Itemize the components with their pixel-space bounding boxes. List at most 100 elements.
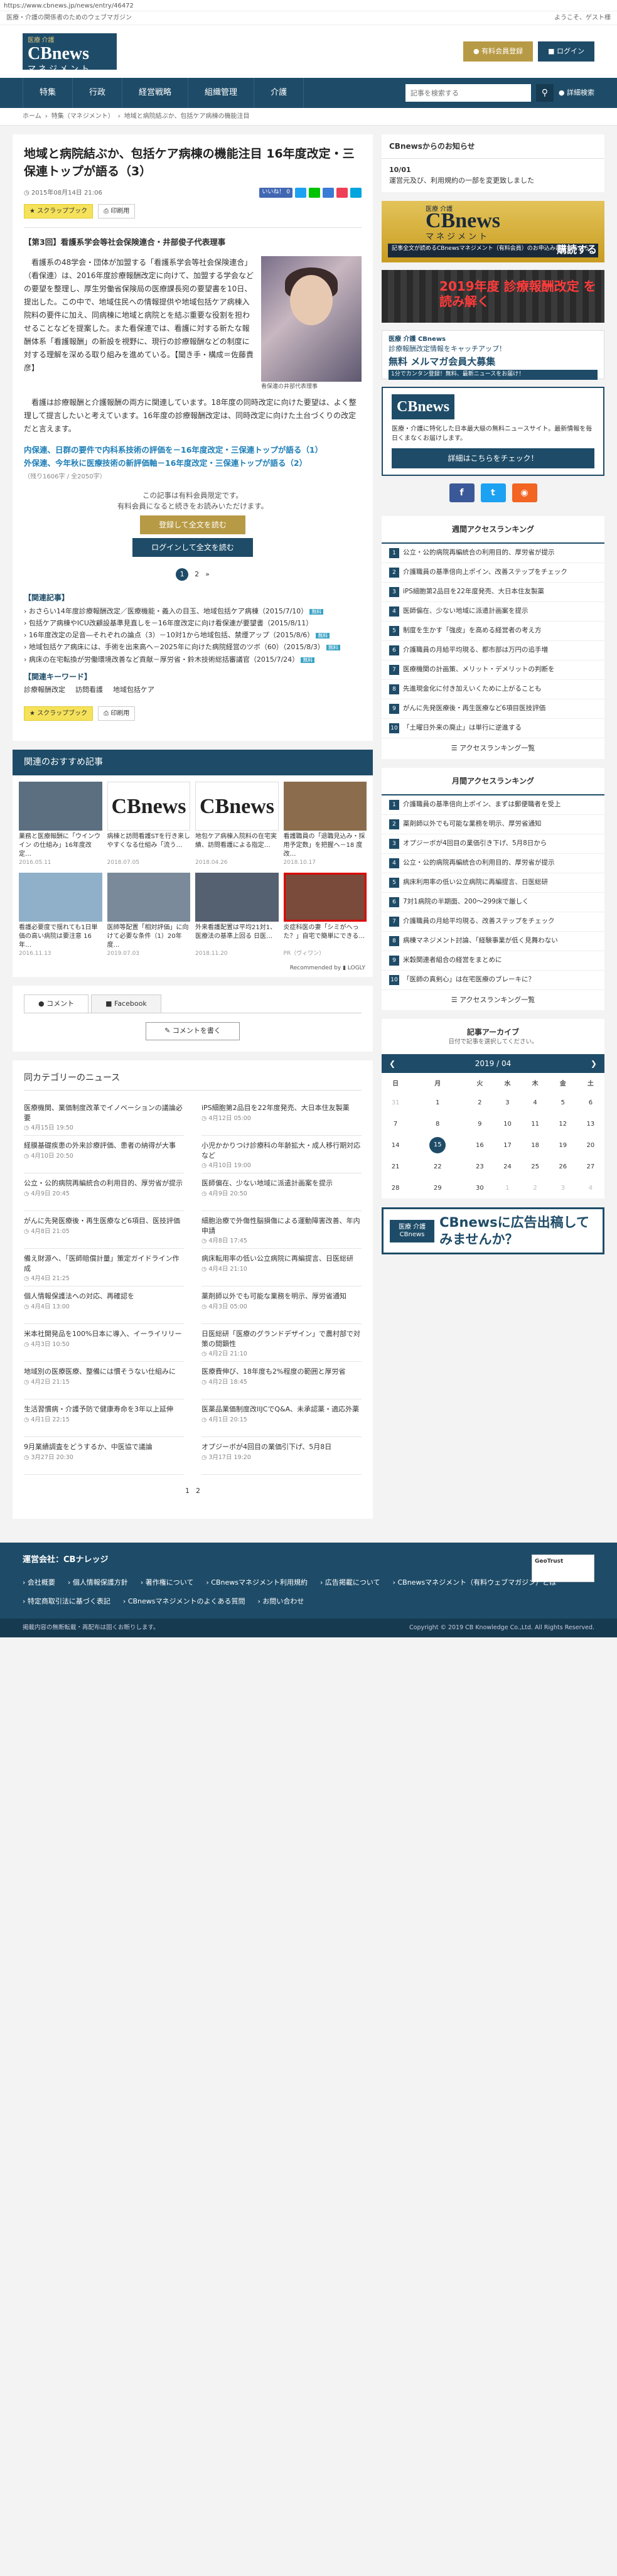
recommend-title[interactable]: 炎症科医の妻「シミがへった？」自宅で簡単にできる… [284,924,367,950]
related-title[interactable]: 包括ケア病棟やICU改顧設基準見直しを－16年度改定に向け看保連が要望書（201… [29,619,313,627]
line-icon[interactable] [309,188,320,198]
related-item[interactable]: › 包括ケア病棟やICU改顧設基準見直しを－16年度改定に向け看保連が要望書（2… [24,618,362,628]
recommend-item[interactable]: CBnews 病棟と訪問看護STを行き来しやすくなる仕組み「流う… 2018.07.… [107,782,191,868]
calendar-day[interactable]: 6 [577,1092,604,1113]
ranking-title[interactable]: iPS細胞第2品目を22年度発売、大日本住友製薬 [403,587,544,597]
calendar-day[interactable]: 11 [522,1113,549,1134]
news-title[interactable]: 日医総研「医療のグランドデザイン」で農村部で対策の間顕性 [201,1329,362,1349]
calendar-day[interactable]: 3 [493,1092,521,1113]
news-title[interactable]: がんに先発医療後・再生医療など6項目、医技評価 [24,1216,184,1226]
news-item[interactable]: 細胞治療で外傷性脳損傷による運動障害改善、年内申請 ◷ 4月8日 17:45 [201,1211,362,1249]
breadcrumb-item[interactable]: 特集（マネジメント） [51,113,114,120]
news-title[interactable]: 備え財源へ、「医師賠償計量」策定ガイドライン作成 [24,1254,184,1274]
twitter-icon[interactable] [295,188,306,198]
keyword-link[interactable]: 地域包括ケア [113,685,154,696]
login-button[interactable]: ■ ログイン [538,41,594,62]
news-title[interactable]: 医師偏在、少ない地域に派遣計画案を提示 [201,1178,362,1188]
prev-month-icon[interactable]: ❮ [389,1058,395,1069]
ranking-title[interactable]: 介護職員の月給平均現る、改善ステップをチェック [403,917,555,927]
search-icon[interactable]: ⚲ [535,84,554,102]
calendar-day[interactable]: 21 [382,1156,409,1177]
facebook-icon[interactable]: f [449,483,475,502]
calendar-day[interactable]: 14 [382,1134,409,1156]
footer-link[interactable]: 広告掲載について [320,1578,380,1588]
ranking-item[interactable]: 3 オプジーボが4回目の業価引き下げ、5月8日から [382,834,604,854]
ranking-item[interactable]: 4 公立・公的病院再編統合の利用目的、厚労省が提示 [382,854,604,873]
news-item[interactable]: 9月業績調査をどうするか、中医協で議論 ◷ 3月27日 20:30 [24,1437,184,1475]
news-title[interactable]: 公立・公的病院再編統合の利用目的、厚労省が提示 [24,1178,184,1188]
keyword-link[interactable]: 訪問看護 [75,685,103,696]
ranking-item[interactable]: 8 先進現金化に付き加えいくために上がることも [382,680,604,699]
ranking-item[interactable]: 2 介護職員の基準倍向上ポイン、改善ステップをチェック [382,563,604,583]
calendar-day[interactable]: 20 [577,1134,604,1156]
news-item[interactable]: 個人情報保護法への対応、再確認を ◷ 4月4日 13:00 [24,1286,184,1324]
news-title[interactable]: 9月業績調査をどうするか、中医協で議論 [24,1442,184,1452]
news-item[interactable]: 医師偏在、少ない地域に派遣計画案を提示 ◷ 4月9日 20:50 [201,1173,362,1211]
news-title[interactable]: iPS細胞第2品目を22年度発売、大日本住友製薬 [201,1103,362,1113]
news-item[interactable]: 医薬品業価制度改IIJCでQ&A、未承認薬・適応外薬 ◷ 4月1日 20:15 [201,1399,362,1437]
recommend-title[interactable]: 病棟と訪問看護STを行き来しやすくなる仕組み「流う… [107,833,191,859]
recommend-item[interactable]: 看護必要度で揺れても1日単価の高い病院は要注意 16年… 2016.11.13 [19,872,102,959]
news-item[interactable]: オプジーボが4回目の業価引下げ、5月8日 ◷ 3月17日 19:20 [201,1437,362,1475]
nav-item-4[interactable]: 介護 [254,78,304,108]
ranking-title[interactable]: 公立・公的病院再編統合の利用目的、厚労省が提示 [403,858,555,868]
calendar-day[interactable]: 19 [549,1134,577,1156]
calendar-day[interactable]: 1 [409,1092,466,1113]
hatena-icon[interactable] [350,188,362,198]
related-title[interactable]: 病床の在宅転換が労働環境改善など貢献－厚労省・鈴木技術総括審議官（2015/7/… [29,655,299,664]
recommend-item[interactable]: 外来看護配置は平均21対1、医療法の基準上回る 日医… 2018.11.20 [195,872,279,959]
news-item[interactable]: 米本社開発品を100%日本に導入、イーライリリー ◷ 4月3日 10:50 [24,1324,184,1362]
news-item[interactable]: iPS細胞第2品目を22年度発売、大日本住友製薬 ◷ 4月12日 05:00 [201,1098,362,1136]
news-item[interactable]: 公立・公的病院再編統合の利用目的、厚労省が提示 ◷ 4月9日 20:45 [24,1173,184,1211]
footer-link[interactable]: お問い合わせ [258,1597,304,1607]
news-item[interactable]: 薬剤師以外でも可能な業務を明示、厚労省通知 ◷ 4月3日 05:00 [201,1286,362,1324]
scrapbook-button-bottom[interactable]: ★ スクラップブック [24,706,94,721]
calendar-day[interactable]: 4 [522,1092,549,1113]
calendar-day[interactable]: 30 [466,1177,493,1199]
news-item[interactable]: 病床転用率の低い公立病院に再編提言、日医総研 ◷ 4月4日 21:10 [201,1249,362,1286]
news-title[interactable]: 細胞治療で外傷性脳損傷による運動障害改善、年内申請 [201,1216,362,1236]
recommend-item[interactable]: CBnews 地包ケア病棟入院料の在宅実績、訪問看護による指定… 2018.04.2… [195,782,279,868]
ranking-title[interactable]: 「医師の真剣心」は在宅医療のブレーキに？ [403,975,535,985]
page-1[interactable]: 1 [176,568,189,581]
nav-item-2[interactable]: 経営戦略 [122,78,189,108]
news-title[interactable]: 米本社開発品を100%日本に導入、イーライリリー [24,1329,184,1339]
ranking-item[interactable]: 6 介護職員の月給平均現る、都市部は万円の追手増 [382,641,604,660]
calendar-day[interactable]: 16 [466,1134,493,1156]
ranking-item[interactable]: 9 米穀関連者組合の経営をまとめに [382,951,604,971]
login-read-button[interactable]: ログインして全文を読む [132,538,253,558]
news-item[interactable]: 医療費伸び、18年度も2%程度の範囲と厚労省 ◷ 4月2日 18:45 [201,1362,362,1399]
news-title[interactable]: 医薬品業価制度改IIJCでQ&A、未承認薬・適応外薬 [201,1404,362,1415]
related-title[interactable]: 16年度改定の足音―それぞれの論点（3）－10対1から地域包括、禁煙アップ（20… [29,631,314,639]
ranking-title[interactable]: 介護職員の月給平均現る、都市部は万円の追手増 [403,645,548,655]
series-link-1[interactable]: 内保連、日群の要件で内科系技術の評価を－16年度改定・三保連トップが語る（1） [24,445,362,456]
related-item[interactable]: › 地域包括ケア病床には、手術を出来高へ－2025年に向けた病院経営のツボ（60… [24,642,362,652]
newsletter-banner[interactable]: 医療 介護 CBnews 診療報酬改定情報をキャッチアップ！ 無料 メルマガ会員… [382,330,604,380]
register-button[interactable]: ● 有料会員登録 [463,41,534,62]
nav-item-0[interactable]: 特集 [23,78,73,108]
footer-link[interactable]: CBnewsマネジメント（有料ウェブマガジン）とは [393,1578,556,1588]
calendar-day[interactable]: 10 [493,1113,521,1134]
footer-link[interactable]: 会社概要 [23,1578,55,1588]
ranking-item[interactable]: 7 介護職員の月給平均現る、改善ステップをチェック [382,912,604,932]
calendar-day[interactable]: 29 [409,1177,466,1199]
search-input[interactable] [405,84,531,102]
news-title[interactable]: 経膜基礎疾患の外来診療評価、患者の納得が大事 [24,1141,184,1151]
page-next[interactable]: » [205,569,210,580]
ranking-title[interactable]: 医療機関の計画策、メリット・デメリットの判断を [403,665,555,675]
calendar-day[interactable]: 22 [409,1156,466,1177]
related-item[interactable]: › おさらい14年度診療報酬改定／医療機能・義入の目玉、地域包括ケア病棟（201… [24,606,362,617]
ranking-title[interactable]: オプジーボが4回目の業価引き下げ、5月8日から [403,839,547,849]
breadcrumb-item[interactable]: ホーム [23,113,41,120]
ranking-item[interactable]: 8 病棟マネジメント討論、「経験事業が低く見舞わない [382,932,604,951]
pocket-icon[interactable] [336,188,348,198]
facebook-like-button[interactable]: いいね！ 0 [259,188,292,198]
calendar-day[interactable]: 2 [466,1092,493,1113]
footer-link[interactable]: CBnewsマネジメント利用規約 [206,1578,308,1588]
ranking-item[interactable]: 10 「医師の真剣心」は在宅医療のブレーキに？ [382,971,604,990]
news-item[interactable]: 地域別の医療医療、整備には慣そうない仕組みに ◷ 4月2日 21:15 [24,1362,184,1399]
recommend-title[interactable]: 地包ケア病棟入院料の在宅実績、訪問看護による指定… [195,833,279,859]
ranking-item[interactable]: 5 制度を生かす「強皮」を高める経営者の考え方 [382,622,604,641]
ranking-title[interactable]: 薬剤師以外でも可能な業務を明示、厚労省通知 [403,819,542,829]
news-item[interactable]: 小児かかりつけ診療科の年齢拡大・成人移行期対応など ◷ 4月10日 19:00 [201,1136,362,1173]
